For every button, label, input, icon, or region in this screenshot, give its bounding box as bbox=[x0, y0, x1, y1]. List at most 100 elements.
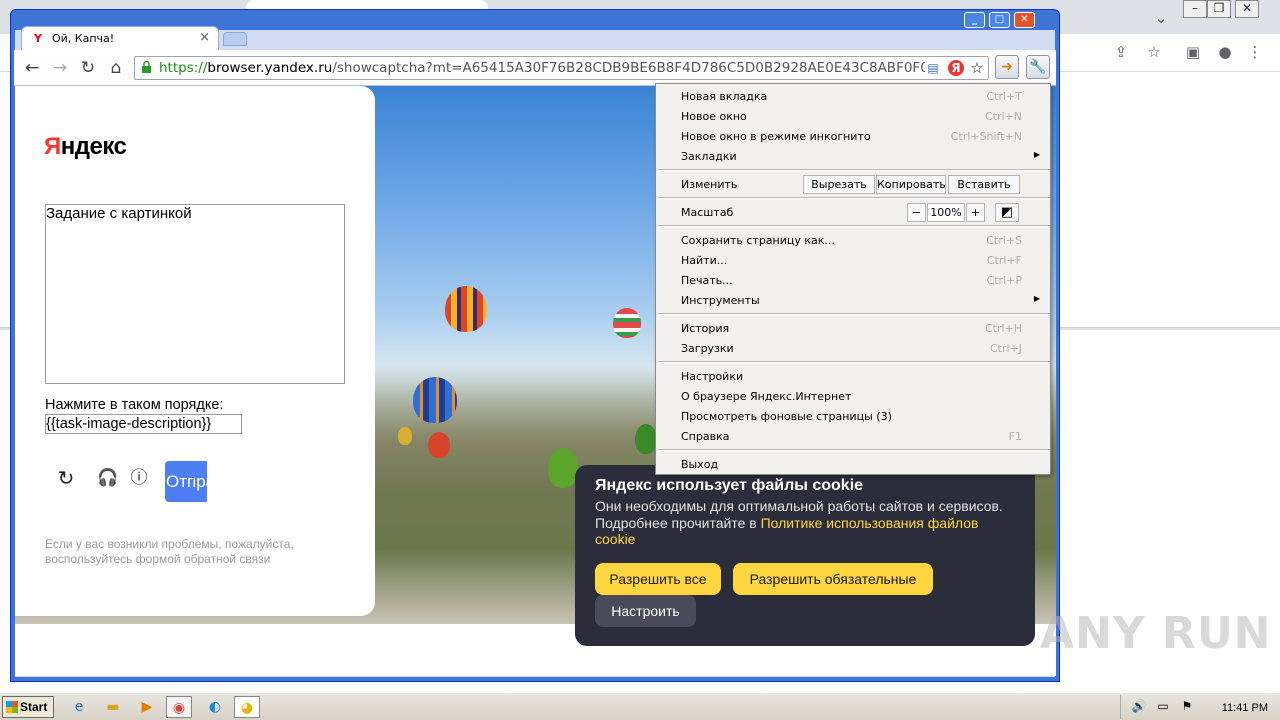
system-tray: 🔊 ▭ ⚑ 11:41 PM bbox=[1120, 695, 1280, 719]
balloon-image bbox=[613, 308, 641, 338]
copy-button[interactable]: Копировать bbox=[876, 175, 946, 194]
captcha-card: Яндекс Задание с картинкой Нажмите в так… bbox=[15, 86, 375, 616]
menu-item-print[interactable]: Печать... Ctrl+P bbox=[656, 270, 1052, 290]
menu-item-save-page[interactable]: Сохранить страницу как... Ctrl+S bbox=[656, 230, 1052, 250]
menu-item-history[interactable]: История Ctrl+H bbox=[656, 318, 1052, 338]
allow-required-button[interactable]: Разрешить обязательные bbox=[733, 563, 933, 595]
paste-button[interactable]: Вставить bbox=[948, 175, 1020, 194]
more-menu-icon[interactable]: ⋮ bbox=[1244, 42, 1266, 62]
menu-item-new-window[interactable]: Новое окно Ctrl+N bbox=[656, 106, 1052, 126]
balloon-image bbox=[548, 448, 578, 488]
menu-item-background-pages[interactable]: Просмотреть фоновые страницы (3) bbox=[656, 406, 1052, 426]
zoom-out-button[interactable]: − bbox=[907, 203, 926, 222]
captcha-task-image[interactable]: Задание с картинкой bbox=[45, 204, 345, 384]
menu-item-incognito[interactable]: Новое окно в режиме инкогнито Ctrl+Shift+… bbox=[656, 126, 1052, 146]
cookie-banner: Яндекс использует файлы cookie Они необх… bbox=[575, 465, 1035, 646]
lock-icon bbox=[142, 61, 151, 73]
star-icon[interactable]: ☆ bbox=[1143, 42, 1165, 62]
profile-icon[interactable]: ● bbox=[1214, 42, 1236, 62]
back-icon[interactable]: ← bbox=[22, 58, 42, 78]
extension-icon[interactable]: ➜ bbox=[995, 55, 1019, 79]
folder-icon[interactable]: ▬ bbox=[100, 696, 126, 718]
zoom-level: 100% bbox=[927, 203, 965, 222]
reload-icon[interactable]: ↻ bbox=[78, 58, 98, 78]
close-icon[interactable]: ✕ bbox=[1235, 0, 1259, 18]
cut-button[interactable]: Вырезать bbox=[803, 175, 875, 194]
task-description-image: {{task-image-description}} bbox=[45, 414, 242, 434]
menu-item-tools[interactable]: Инструменты ▶ bbox=[656, 290, 1052, 310]
menu-item-edit: Изменить Вырезать Копировать Вставить bbox=[656, 174, 1052, 194]
menu-separator bbox=[658, 449, 1050, 451]
yandex-favicon-icon: Y bbox=[34, 32, 42, 45]
clock: 11:41 PM bbox=[1221, 702, 1268, 714]
submenu-arrow-icon: ▶ bbox=[1033, 150, 1040, 159]
menu-item-exit[interactable]: Выход bbox=[656, 454, 1052, 474]
internet-explorer-icon[interactable]: e bbox=[66, 696, 92, 718]
feedback-help-text[interactable]: Если у вас возникли проблемы, пожалуйста… bbox=[45, 537, 335, 567]
menu-separator bbox=[658, 197, 1050, 199]
submit-button[interactable]: Отправить bbox=[165, 461, 207, 502]
url-text: https://browser.yandex.ru/showcaptcha?mt… bbox=[159, 60, 925, 76]
window-close-button[interactable]: ✕ bbox=[1014, 12, 1035, 28]
new-tab-button[interactable] bbox=[223, 32, 247, 46]
yandex-icon[interactable]: Я bbox=[948, 60, 964, 76]
taskbar: Start e ▬ ▶ ◉ ◐ ◕ 🔊 ▭ ⚑ 11:41 PM bbox=[0, 692, 1280, 720]
menu-item-help[interactable]: Справка F1 bbox=[656, 426, 1052, 446]
yandex-browser-icon[interactable]: ◕ bbox=[234, 696, 260, 718]
tab-close-icon[interactable]: × bbox=[199, 30, 210, 45]
refresh-icon[interactable]: ↻ bbox=[54, 466, 78, 490]
minimize-icon[interactable]: – bbox=[1183, 0, 1207, 18]
balloon-image bbox=[428, 432, 450, 458]
balloon-image bbox=[445, 286, 487, 332]
edge-icon[interactable]: ◐ bbox=[202, 696, 228, 718]
cookie-title: Яндекс использует файлы cookie bbox=[595, 477, 864, 494]
restore-icon[interactable]: ❐ bbox=[1207, 0, 1231, 18]
submenu-arrow-icon: ▶ bbox=[1033, 294, 1040, 303]
wrench-icon[interactable]: 🔧 bbox=[1026, 55, 1050, 79]
cookie-text: Они необходимы для оптимальной работы са… bbox=[595, 498, 1003, 547]
notification-flag-icon[interactable]: ⚑ bbox=[1174, 695, 1200, 717]
windows-logo-icon bbox=[6, 701, 18, 713]
browser-tab[interactable]: Y Ой, Капча! × bbox=[21, 26, 219, 50]
watermark-logo: ANY RUN bbox=[1040, 608, 1272, 659]
menu-item-new-tab[interactable]: Новая вкладка Ctrl+T bbox=[656, 86, 1052, 106]
chrome-icon[interactable]: ◉ bbox=[166, 696, 192, 718]
menu-item-settings[interactable]: Настройки bbox=[656, 366, 1052, 386]
forward-icon[interactable]: → bbox=[50, 58, 70, 78]
start-button[interactable]: Start bbox=[2, 696, 54, 718]
configure-button[interactable]: Настроить bbox=[595, 595, 696, 627]
headphones-icon[interactable]: 🎧 bbox=[96, 466, 120, 490]
menu-item-find[interactable]: Найти... Ctrl+F bbox=[656, 250, 1052, 270]
menu-item-bookmarks[interactable]: Закладки ▶ bbox=[656, 146, 1052, 166]
info-icon[interactable]: ⓘ bbox=[127, 466, 151, 490]
menu-item-zoom: Масштаб − 100% + ◩ bbox=[656, 202, 1052, 222]
menu-separator bbox=[658, 313, 1050, 315]
volume-icon[interactable]: 🔊 bbox=[1126, 695, 1152, 717]
page-icon[interactable]: ▤ bbox=[925, 60, 941, 76]
menu-item-downloads[interactable]: Загрузки Ctrl+J bbox=[656, 338, 1052, 358]
balloon-image bbox=[413, 377, 457, 423]
network-icon[interactable]: ▭ bbox=[1150, 695, 1176, 717]
window-maximize-button[interactable]: □ bbox=[989, 12, 1010, 28]
side-panel-icon[interactable]: ▣ bbox=[1182, 42, 1204, 62]
bookmark-star-icon[interactable]: ☆ bbox=[969, 60, 985, 76]
home-icon[interactable]: ⌂ bbox=[106, 58, 126, 78]
media-player-icon[interactable]: ▶ bbox=[134, 696, 160, 718]
menu-separator bbox=[658, 225, 1050, 227]
address-bar[interactable]: https://browser.yandex.ru/showcaptcha?mt… bbox=[134, 56, 989, 80]
allow-all-button[interactable]: Разрешить все bbox=[595, 563, 721, 595]
share-icon[interactable]: ⇪ bbox=[1110, 42, 1132, 62]
task-image-alt-text: Задание с картинкой bbox=[46, 205, 192, 222]
chevron-down-icon[interactable]: ⌄ bbox=[1150, 8, 1172, 28]
browser-menu: Новая вкладка Ctrl+T Новое окно Ctrl+N Нов… bbox=[655, 83, 1051, 475]
fullscreen-icon[interactable]: ◩ bbox=[995, 203, 1019, 222]
menu-separator bbox=[658, 169, 1050, 171]
press-order-label: Нажмите в таком порядке: bbox=[45, 397, 224, 413]
tab-title: Ой, Капча! bbox=[52, 32, 115, 45]
zoom-in-button[interactable]: + bbox=[966, 203, 985, 222]
window-minimize-button[interactable]: _ bbox=[964, 12, 985, 28]
menu-item-about[interactable]: О браузере Яндекс.Интернет bbox=[656, 386, 1052, 406]
balloon-image bbox=[398, 427, 412, 445]
yandex-logo[interactable]: Яндекс bbox=[44, 133, 127, 161]
balloon-image bbox=[635, 424, 657, 454]
